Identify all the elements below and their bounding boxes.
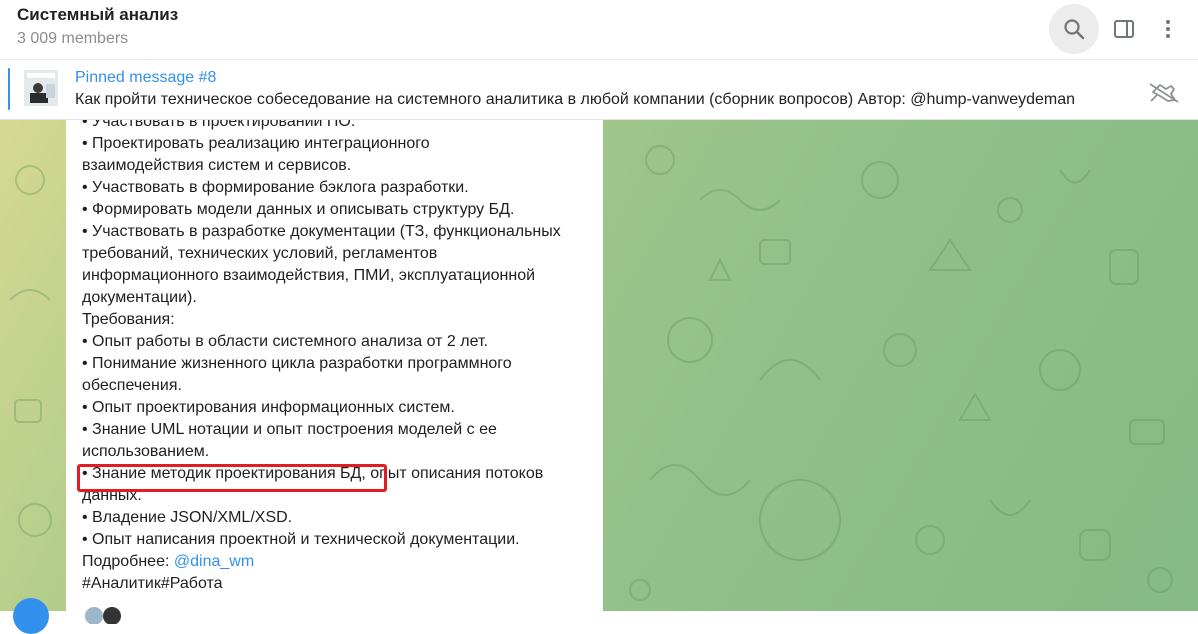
search-icon <box>1064 19 1085 40</box>
more-options-button[interactable] <box>1143 4 1193 54</box>
reaction-avatars <box>84 604 124 625</box>
message-bubble: • Участвовать в проектировании ПО. • Про… <box>66 120 603 611</box>
message-line: обеспечения. <box>82 377 182 394</box>
message-line: • Понимание жизненного цикла разработки … <box>82 355 512 372</box>
message-line: требований, технических условий, регламе… <box>82 245 438 262</box>
message-line: информационного взаимодействия, ПМИ, экс… <box>82 267 536 284</box>
sidebar-toggle-button[interactable] <box>1099 4 1149 54</box>
more-prefix: Подробнее: <box>82 553 174 570</box>
chat-title[interactable]: Системный анализ <box>17 5 178 25</box>
pinned-indicator <box>8 68 10 110</box>
message-text: • Участвовать в проектировании ПО. • Про… <box>82 120 592 595</box>
pinned-message-bar[interactable]: Pinned message #8 Как пройти техническое… <box>0 60 1198 120</box>
message-line: • Участвовать в формирование бэклога раз… <box>82 179 469 196</box>
message-line: • Знание UML нотации и опыт построения м… <box>82 421 497 438</box>
chat-header: Системный анализ 3 009 members <box>0 0 1198 60</box>
unpin-button[interactable] <box>1147 78 1181 106</box>
message-line: • Проектировать реализацию интеграционно… <box>82 135 430 152</box>
message-line: • Владение JSON/XML/XSD. <box>82 509 293 526</box>
message-line: использованием. <box>82 443 210 460</box>
message-line: Требования: <box>82 311 175 328</box>
message-line: • Формировать модели данных и описывать … <box>82 201 515 218</box>
pinned-text: Как пройти техническое собеседование на … <box>75 91 1076 108</box>
message-line: документации). <box>82 289 197 306</box>
hashtags[interactable]: #Аналитик#Работа <box>82 573 592 595</box>
message-line: • Опыт написания проектной и технической… <box>82 531 520 548</box>
highlight-box <box>77 464 387 492</box>
message-line: • Участвовать в разработке документации … <box>82 223 561 240</box>
more-info-line: Подробнее: @dina_wm <box>82 551 592 573</box>
sidebar-toggle-icon <box>1114 20 1134 38</box>
search-button[interactable] <box>1049 4 1099 54</box>
pinned-title: Pinned message #8 <box>75 69 217 86</box>
unpin-icon <box>1149 83 1179 103</box>
message-line: • Опыт работы в области системного анали… <box>82 333 488 350</box>
message-line: взаимодействия систем и сервисов. <box>82 157 352 174</box>
pinned-thumbnail <box>24 70 58 106</box>
member-count: 3 009 members <box>17 30 129 47</box>
avatar[interactable] <box>13 598 49 634</box>
mention-link[interactable]: @dina_wm <box>174 553 254 570</box>
message-line: • Участвовать в проектировании ПО. <box>82 120 356 130</box>
message-line: • Опыт проектирования информационных сис… <box>82 399 455 416</box>
more-vertical-icon <box>1166 20 1170 38</box>
chat-background: • Участвовать в проектировании ПО. • Про… <box>0 120 1198 611</box>
